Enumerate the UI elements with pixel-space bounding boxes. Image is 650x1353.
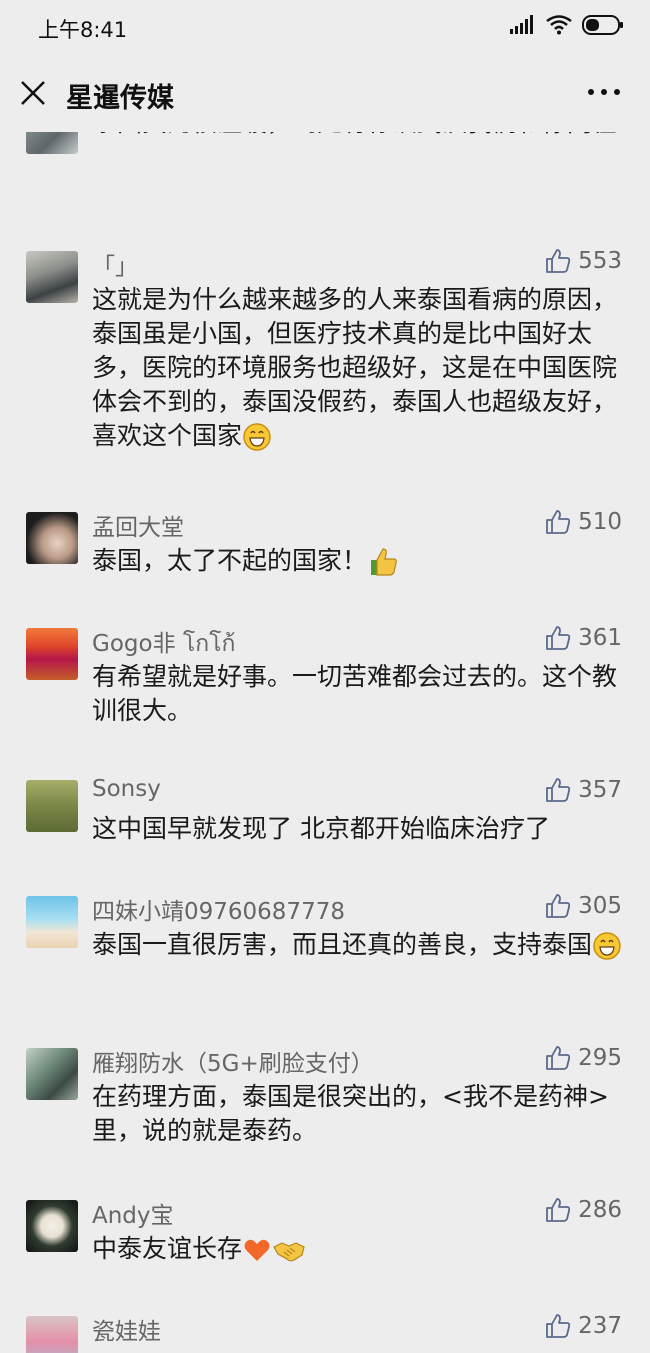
comment-text-content: 泰国一直很厉害，而且还真的善良，支持泰国 <box>92 930 593 959</box>
comment-item: 孟回大堂 510 泰国，太了不起的国家！ <box>0 508 650 608</box>
comment-text: 泰国真的很温暖，到处有标识武汉我们和你同在 <box>92 132 622 140</box>
comment-text: 这中国早就发现了 北京都开始临床治疗了 <box>92 814 550 843</box>
comment-item: Andy宝 286 中泰友谊长存 <box>0 1196 650 1296</box>
comment-username: Sonsy <box>92 776 161 802</box>
like-count: 510 <box>578 509 622 535</box>
comment-username: 四妹小靖09760687778 <box>92 899 345 925</box>
comment-item: 瓷娃娃 237 <box>0 1312 650 1353</box>
avatar[interactable] <box>26 1048 78 1100</box>
like-button[interactable]: 553 <box>544 247 622 275</box>
signal-icon <box>510 15 533 34</box>
comment-list: 泰国真的很温暖，到处有标识武汉我们和你同在 「」 553 这就是为什么越来越多的… <box>0 132 650 1353</box>
thumbs-up-icon <box>546 626 571 650</box>
status-time: 上午8:41 <box>38 18 128 42</box>
thumbs-up-icon <box>546 1314 571 1338</box>
comment-username: 孟回大堂 <box>92 515 184 541</box>
comment-username: 瓷娃娃 <box>92 1319 161 1345</box>
grin-emoji-icon <box>593 932 621 960</box>
comment-item: 雁翔防水（5G+刷脸支付） 295 在药理方面，泰国是很突出的，<我不是药神>里… <box>0 1044 650 1164</box>
comment-text: 泰国一直很厉害，而且还真的善良，支持泰国 <box>92 928 622 962</box>
battery-icon <box>582 15 623 35</box>
comment-text-content: 泰国，太了不起的国家！ <box>92 546 368 575</box>
comment-text-content: 中泰友谊长存 <box>92 1234 243 1263</box>
status-icons <box>510 14 624 36</box>
like-button[interactable]: 510 <box>544 508 622 536</box>
like-button[interactable]: 305 <box>544 892 622 920</box>
thumbs-up-icon <box>546 510 571 534</box>
avatar[interactable] <box>26 132 78 154</box>
like-button[interactable]: 237 <box>544 1312 622 1340</box>
comment-text-content: 这就是为什么越来越多的人来泰国看病的原因，泰国虽是小国，但医疗技术真的是比中国好… <box>92 285 618 450</box>
like-button[interactable]: 357 <box>544 776 622 804</box>
more-icon[interactable] <box>586 82 622 102</box>
comment-username: Andy宝 <box>92 1203 174 1229</box>
like-count: 286 <box>578 1197 622 1223</box>
like-button[interactable]: 286 <box>544 1196 622 1224</box>
comment-item: Gogo非 โกโก้ 361 有希望就是好事。一切苦难都会过去的。这个教训很大… <box>0 624 650 744</box>
thumbs-up-icon <box>546 1198 571 1222</box>
wifi-icon <box>546 15 572 35</box>
comment-item: 「」 553 这就是为什么越来越多的人来泰国看病的原因，泰国虽是小国，但医疗技术… <box>0 247 650 477</box>
avatar[interactable] <box>26 628 78 680</box>
thumbs-up-icon <box>546 1046 571 1070</box>
handshake-emoji-icon <box>273 1242 305 1262</box>
like-count: 237 <box>578 1313 622 1339</box>
like-count: 295 <box>578 1045 622 1071</box>
comment-item: 泰国真的很温暖，到处有标识武汉我们和你同在 <box>0 132 650 206</box>
comment-text: 有希望就是好事。一切苦难都会过去的。这个教训很大。 <box>92 662 618 725</box>
like-count: 553 <box>578 248 622 274</box>
avatar[interactable] <box>26 1200 78 1252</box>
thumbs-up-icon <box>546 894 571 918</box>
heart-emoji-icon <box>244 1239 270 1261</box>
comment-item: 四妹小靖09760687778 305 泰国一直很厉害，而且还真的善良，支持泰国 <box>0 892 650 1012</box>
comment-username: 「」 <box>92 254 138 280</box>
nav-bar: 星暹传媒 <box>0 52 650 132</box>
avatar[interactable] <box>26 1316 78 1353</box>
avatar[interactable] <box>26 780 78 832</box>
grin-emoji-icon <box>243 423 271 451</box>
comment-item: Sonsy 357 这中国早就发现了 北京都开始临床治疗了 <box>0 776 650 866</box>
comment-text: 泰国，太了不起的国家！ <box>92 544 622 578</box>
avatar[interactable] <box>26 251 78 303</box>
comment-text: 在药理方面，泰国是很突出的，<我不是药神>里，说的就是泰药。 <box>92 1082 609 1145</box>
page-title: 星暹传媒 <box>66 83 174 114</box>
thumbs-up-icon <box>546 249 571 273</box>
like-count: 357 <box>578 777 622 803</box>
status-bar: 上午8:41 <box>0 0 650 52</box>
avatar[interactable] <box>26 512 78 564</box>
like-button[interactable]: 295 <box>544 1044 622 1072</box>
like-button[interactable]: 361 <box>544 624 622 652</box>
like-count: 361 <box>578 625 622 651</box>
comment-text: 中泰友谊长存 <box>92 1232 622 1266</box>
thumbs-up-emoji-icon <box>371 548 397 576</box>
avatar[interactable] <box>26 896 78 948</box>
comment-username: 雁翔防水（5G+刷脸支付） <box>92 1051 374 1077</box>
comment-username: Gogo非 โกโก้ <box>92 631 236 657</box>
comment-text: 这就是为什么越来越多的人来泰国看病的原因，泰国虽是小国，但医疗技术真的是比中国好… <box>92 283 622 453</box>
close-icon[interactable] <box>18 78 48 108</box>
thumbs-up-icon <box>546 778 571 802</box>
like-count: 305 <box>578 893 622 919</box>
